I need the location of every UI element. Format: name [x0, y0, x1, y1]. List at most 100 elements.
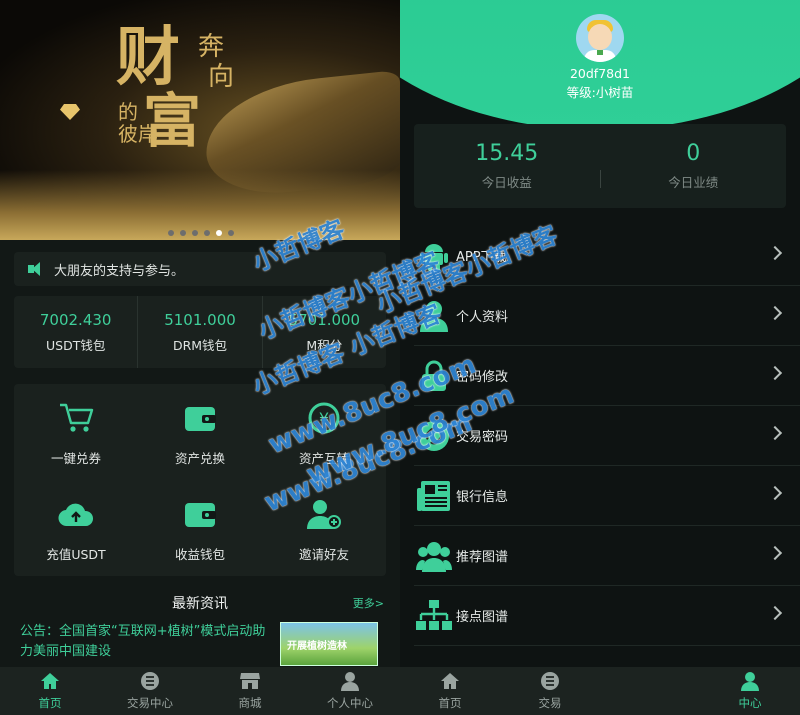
tab-label: 交易中心 [127, 696, 173, 710]
profile-menu: APP下载 个人资料 密码修改 交易密码 银行信息 推荐图谱 接点图谱 [414, 226, 800, 646]
promo-banner[interactable]: 财 富 奔 向 的 彼岸 [0, 0, 400, 240]
action-recharge-usdt[interactable]: 充值USDT [14, 480, 138, 576]
list-icon [539, 671, 561, 691]
stat-label: 今日收益 [481, 175, 532, 190]
action-label: 一键兑券 [50, 450, 101, 466]
wallet-value: 5701.000 [288, 310, 361, 329]
bottom-tab-bar: 首页 交易 中心 [400, 667, 800, 715]
wallet-label: DRM钱包 [172, 337, 228, 353]
link-icon [414, 416, 454, 456]
menu-label: APP下载 [456, 250, 507, 265]
news-section: 最新资讯 更多> 公告：全国首家“互联网+植树”模式启动助力美丽中国建设 开展植… [14, 588, 386, 668]
chevron-right-icon [767, 365, 783, 381]
profile-screen: 20df78d1 等级:小树苗 15.45 今日收益 0 今日业绩 APP下载 … [400, 0, 800, 715]
news-item[interactable]: 公告：全国首家“互联网+植树”模式启动助力美丽中国建设 开展植树造林 [14, 620, 386, 666]
bottom-tab-bar: 首页 交易中心 商城 个人中心 [0, 667, 400, 715]
chevron-right-icon [767, 425, 783, 441]
news-thumbnail: 开展植树造林 [280, 622, 378, 666]
chevron-right-icon [767, 245, 783, 261]
carousel-dot[interactable] [192, 230, 198, 236]
action-label: 收益钱包 [174, 546, 225, 562]
news-item-text: 公告：全国首家“互联网+植树”模式启动助力美丽中国建设 [20, 624, 266, 659]
menu-trade-password[interactable]: 交易密码 [414, 406, 800, 466]
action-label: 资产互转 [298, 450, 349, 466]
menu-referral-tree[interactable]: 推荐图谱 [414, 526, 800, 586]
svg-text:¥: ¥ [319, 409, 329, 428]
wallet-summary: 7002.430 USDT钱包 5101.000 DRM钱包 5701.000 … [14, 296, 386, 368]
speaker-icon [28, 262, 46, 276]
menu-app-download[interactable]: APP下载 [414, 226, 800, 286]
newspaper-icon [414, 476, 454, 516]
add-user-icon [304, 494, 344, 534]
carousel-dot[interactable] [204, 230, 210, 236]
menu-label: 推荐图谱 [456, 550, 509, 565]
home-icon [39, 671, 61, 691]
menu-label: 密码修改 [456, 370, 509, 385]
carousel-dots[interactable] [168, 230, 234, 236]
tab-profile[interactable]: 中心 [700, 667, 800, 715]
banner-char-4: 向 [208, 62, 235, 92]
action-income-wallet[interactable]: 收益钱包 [138, 480, 262, 576]
stat-value: 15.45 [475, 141, 539, 166]
tab-home[interactable]: 首页 [400, 667, 500, 715]
list-icon [139, 671, 161, 691]
cart-icon [56, 398, 96, 438]
group-icon [414, 536, 454, 576]
news-thumbnail-text: 开展植树造林 [287, 641, 347, 652]
news-title: 最新资讯 [172, 596, 228, 612]
chevron-right-icon [767, 605, 783, 621]
lock-icon [414, 356, 454, 396]
stat-value: 0 [686, 141, 701, 166]
action-label: 充值USDT [46, 546, 106, 562]
menu-label: 交易密码 [456, 430, 509, 445]
tab-label: 商城 [238, 696, 262, 710]
wallet-label: USDT钱包 [45, 337, 106, 353]
menu-profile[interactable]: 个人资料 [414, 286, 800, 346]
tab-profile[interactable]: 个人中心 [300, 667, 400, 715]
wallet-icon [180, 494, 220, 534]
home-icon [439, 671, 461, 691]
action-asset-exchange[interactable]: 资产兑换 [138, 384, 262, 480]
carousel-dot[interactable] [228, 230, 234, 236]
carousel-dot[interactable] [180, 230, 186, 236]
stat-label: 今日业绩 [668, 175, 719, 190]
action-label: 资产兑换 [174, 450, 225, 466]
notice-text: 大朋友的支持与参与。 [54, 263, 185, 279]
wallet-drm[interactable]: 5101.000 DRM钱包 [138, 296, 263, 368]
stat-today-performance: 0 今日业绩 [601, 141, 787, 191]
tab-trade[interactable]: 交易 [500, 667, 600, 715]
tab-store[interactable] [600, 667, 700, 715]
wallet-points[interactable]: 5701.000 M积分 [263, 296, 386, 368]
avatar-bowtie [597, 50, 603, 55]
tab-label: 交易 [538, 696, 562, 710]
tab-trade-center[interactable]: 交易中心 [100, 667, 200, 715]
tab-home[interactable]: 首页 [0, 667, 100, 715]
action-asset-transfer[interactable]: ¥ 资产互转 [262, 384, 386, 480]
avatar[interactable] [576, 14, 624, 62]
action-label: 邀请好友 [298, 546, 349, 562]
news-more-link[interactable]: 更多> [353, 588, 384, 620]
home-screen: 财 富 奔 向 的 彼岸 大朋友的支持与参与。 7002.430 USDT钱包 [0, 0, 400, 715]
screenshot: 财 富 奔 向 的 彼岸 大朋友的支持与参与。 7002.430 USDT钱包 [0, 0, 800, 715]
chevron-right-icon [767, 485, 783, 501]
menu-label: 接点图谱 [456, 610, 509, 625]
menu-change-password[interactable]: 密码修改 [414, 346, 800, 406]
user-icon [739, 671, 761, 691]
user-icon [339, 671, 361, 691]
banner-char-6: 彼岸 [118, 122, 158, 146]
action-redeem-coupon[interactable]: 一键兑券 [14, 384, 138, 480]
tab-store[interactable]: 商城 [200, 667, 300, 715]
menu-placement-tree[interactable]: 接点图谱 [414, 586, 800, 646]
wallet-icon [180, 398, 220, 438]
diamond-icon [60, 104, 80, 120]
carousel-dot[interactable] [168, 230, 174, 236]
carousel-dot-active[interactable] [216, 230, 222, 236]
action-invite-friends[interactable]: 邀请好友 [262, 480, 386, 576]
menu-bank-info[interactable]: 银行信息 [414, 466, 800, 526]
tab-label: 首页 [38, 696, 62, 710]
tab-label: 个人中心 [327, 696, 373, 710]
notice-bar[interactable]: 大朋友的支持与参与。 [14, 252, 386, 286]
wallet-usdt[interactable]: 7002.430 USDT钱包 [14, 296, 139, 368]
tab-label: 中心 [738, 696, 762, 710]
user-level: 等级:小树苗 [566, 85, 634, 100]
